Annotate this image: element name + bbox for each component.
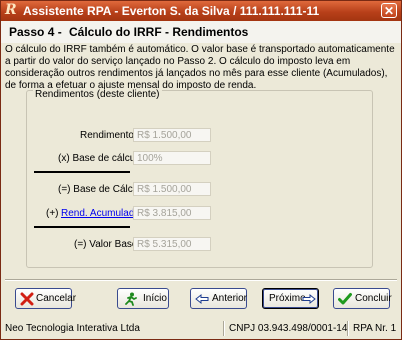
title-bar[interactable]: R Assistente RPA - Everton S. da Silva /…	[1, 1, 401, 21]
arrow-left-icon	[195, 293, 209, 305]
inicio-button[interactable]: Início	[117, 288, 169, 309]
window-title: Assistente RPA - Everton S. da Silva / 1…	[23, 4, 320, 18]
close-button[interactable]: ✕	[381, 3, 397, 18]
anterior-button[interactable]: Anterior	[190, 288, 247, 309]
status-divider-2	[347, 321, 349, 336]
status-cnpj: CNPJ 03.943.498/0001-14	[229, 323, 348, 334]
valor-base-label: (=) Valor Base:	[74, 239, 141, 250]
step-description: O cálculo do IRRF também é automático. O…	[5, 44, 395, 91]
concluir-label: Concluir	[355, 293, 392, 304]
wizard-window: R Assistente RPA - Everton S. da Silva /…	[0, 0, 402, 340]
base-calculo-pct-field[interactable]: 100%	[133, 151, 211, 165]
proximo-label: Próximo	[269, 293, 306, 304]
valor-base-field[interactable]: R$ 5.315,00	[133, 237, 211, 251]
acumulados-prefix: (+)	[46, 208, 59, 219]
status-rpa-number: RPA Nr. 1	[353, 323, 397, 334]
divider	[5, 279, 397, 281]
proximo-button[interactable]: Próximo	[262, 288, 319, 309]
rendimentos-group: Rendimentos (deste cliente) Rendimento: …	[26, 89, 373, 268]
checkmark-icon	[338, 293, 352, 305]
app-logo-icon: R	[5, 2, 17, 18]
step-title: Cálculo do IRRF - Rendimentos	[69, 25, 249, 39]
cancel-x-icon	[20, 292, 34, 306]
step-number: Passo 4 -	[9, 25, 62, 39]
status-bar: Neo Tecnologia Interativa Ltda CNPJ 03.9…	[1, 318, 401, 339]
acumulados-field[interactable]: R$ 3.815,00	[133, 206, 211, 220]
separator-line	[34, 171, 130, 173]
separator-line-2	[34, 226, 130, 228]
concluir-button[interactable]: Concluir	[333, 288, 392, 309]
step-header: Passo 4 - Cálculo do IRRF - Rendimentos	[1, 21, 401, 43]
inicio-label: Início	[143, 293, 167, 304]
base-calculo-val-field[interactable]: R$ 1.500,00	[133, 182, 211, 196]
arrow-right-icon	[302, 293, 316, 305]
status-company: Neo Tecnologia Interativa Ltda	[5, 323, 140, 334]
group-legend: Rendimentos (deste cliente)	[33, 89, 162, 100]
running-person-icon	[125, 292, 137, 306]
rendimento-field[interactable]: R$ 1.500,00	[133, 128, 211, 142]
rendimento-label: Rendimento:	[80, 130, 137, 141]
anterior-label: Anterior	[212, 293, 248, 304]
status-divider	[223, 321, 225, 336]
cancelar-button[interactable]: Cancelar	[15, 288, 76, 309]
cancelar-label: Cancelar	[36, 293, 77, 304]
